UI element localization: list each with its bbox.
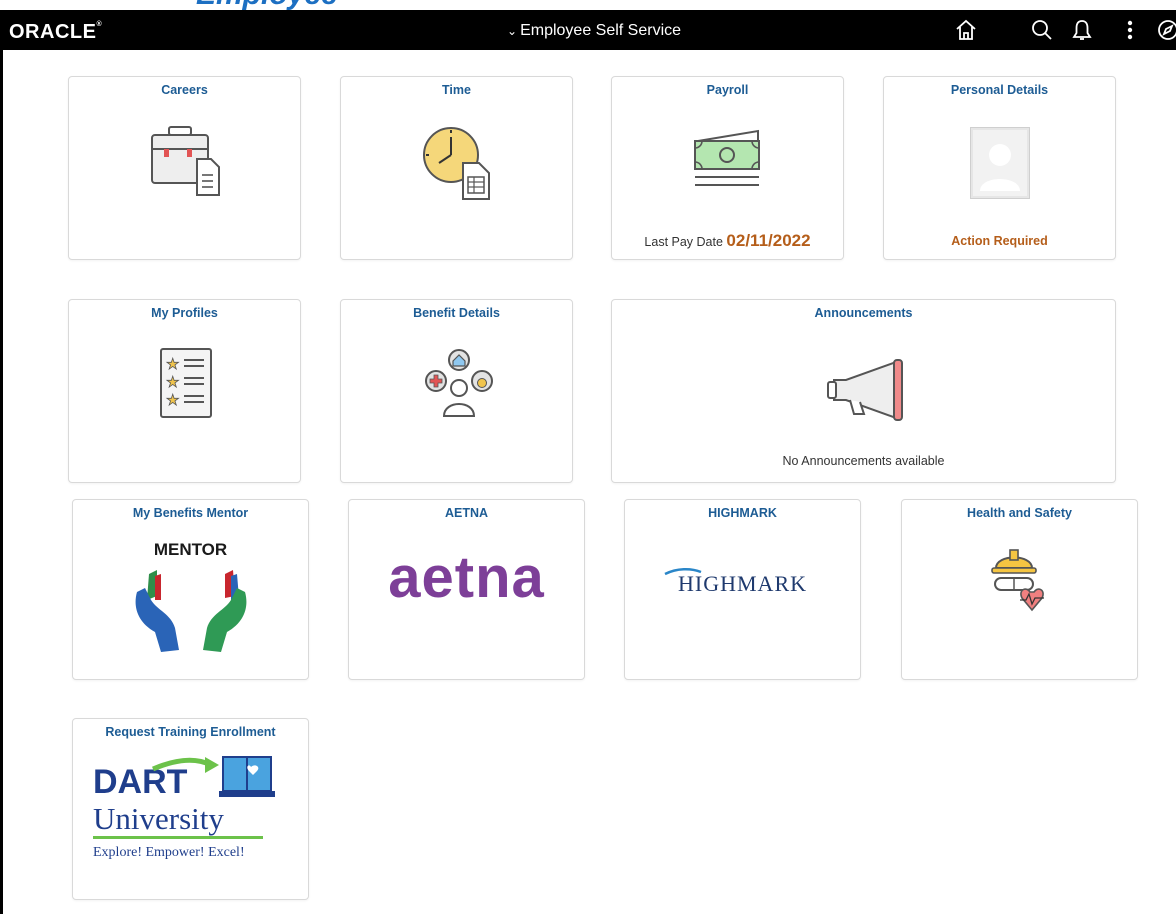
more-actions-icon[interactable] [1118,18,1142,42]
home-icon[interactable] [954,18,978,42]
tile-my-benefits-mentor[interactable]: My Benefits Mentor MENTOR [72,499,309,680]
svg-text:★: ★ [166,373,179,391]
tile-payroll-title: Payroll [706,83,749,97]
last-pay-date-value: 02/11/2022 [726,231,811,250]
money-bill-icon [694,129,760,186]
dart-logo-text: DART [93,763,188,799]
tile-time[interactable]: Time [340,76,573,260]
profile-photo-placeholder-icon [970,127,1030,199]
tile-aetna-title: AETNA [444,506,489,520]
clock-timesheet-icon [423,127,490,200]
announcements-empty-message: No Announcements available [782,454,945,468]
tile-announcements-title: Announcements [814,306,913,320]
tile-benefit-details-title: Benefit Details [413,306,500,320]
tile-benefit-details[interactable]: Benefit Details [340,299,573,483]
top-navigation-bar: ORACLE® ⌄ Employee Self Service [0,10,1176,50]
tile-time-title: Time [442,83,471,97]
highmark-logo: HIGHMARK [678,571,807,596]
last-pay-date-label: Last Pay Date [644,235,723,249]
profile-list-icon: ★ ★ ★ [160,348,212,418]
tile-aetna[interactable]: AETNA aetna [348,499,585,680]
svg-text:★: ★ [166,391,179,409]
mentor-logo-text: MENTOR [153,540,228,559]
last-pay-date: Last Pay Date 02/11/2022 [612,231,843,251]
tile-payroll[interactable]: Payroll Last Pay Date 02/11/2022 [611,76,844,260]
tile-highmark-title: HIGHMARK [708,506,777,520]
tile-health-safety-title: Health and Safety [967,506,1072,520]
megaphone-icon [827,359,903,421]
tile-careers-title: Careers [161,83,208,97]
logo-underline [93,836,263,839]
svg-text:★: ★ [166,355,179,373]
action-required-status: Action Required [951,234,1048,248]
search-icon[interactable] [1030,18,1054,42]
notification-bell-icon[interactable] [1070,18,1094,42]
tile-careers[interactable]: Careers [68,76,301,260]
safety-helmet-goggles-icon [991,549,1044,612]
tile-personal-details-title: Personal Details [950,83,1049,97]
page-heading-text: Employee [196,0,338,10]
navbar-icon[interactable] [1156,18,1176,42]
university-logo-text: University [93,801,224,836]
homepage-selector[interactable]: ⌄ Employee Self Service [507,22,681,40]
tile-announcements[interactable]: Announcements No Announcements available [611,299,1116,483]
tile-training-title: Request Training Enrollment [105,725,276,739]
tile-personal-details[interactable]: Personal Details Action Required [883,76,1116,260]
page-heading-fragment: Employee [0,0,1176,10]
briefcase-icon [151,126,220,196]
tile-highmark[interactable]: HIGHMARK HIGHMARK [624,499,861,680]
tile-health-and-safety[interactable]: Health and Safety [901,499,1138,680]
mentor-hands-logo [135,570,247,652]
homepage-tile-grid: Careers Time Payroll Last Pay Date 02/11… [0,50,1176,914]
oracle-logo: ORACLE® [9,21,103,43]
chevron-down-icon: ⌄ [507,24,518,38]
benefits-person-icon [425,349,493,417]
homepage-selector-label: Employee Self Service [520,22,682,39]
oracle-logo-text: ORACLE [9,21,97,43]
tile-my-profiles[interactable]: My Profiles ★ ★ ★ [68,299,301,483]
aetna-logo: aetna [388,545,545,610]
tile-benefits-mentor-title: My Benefits Mentor [132,506,249,520]
dart-university-logo-graphic: DART [93,756,275,799]
tile-my-profiles-title: My Profiles [151,306,218,320]
tile-request-training-enrollment[interactable]: Request Training Enrollment DART Univers… [72,718,309,900]
training-tagline: Explore! Empower! Excel! [93,845,245,860]
